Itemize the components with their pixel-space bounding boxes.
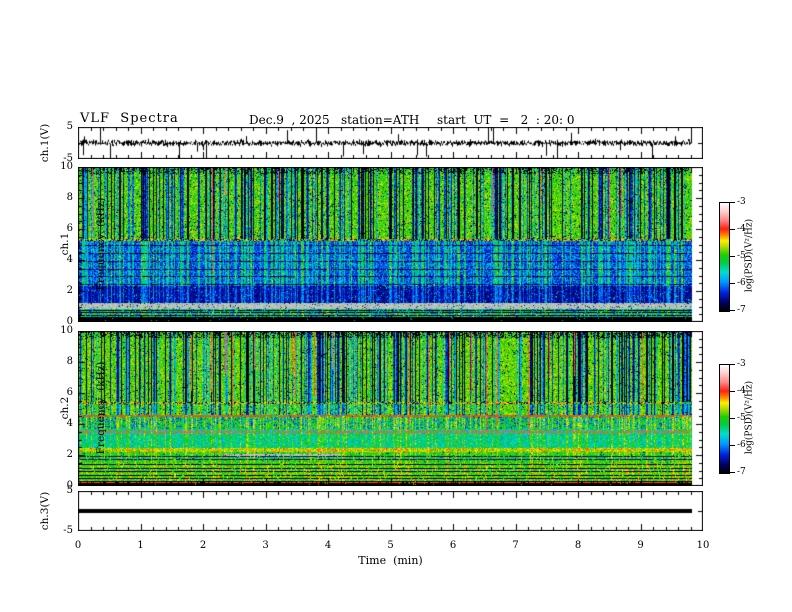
x-tick-0: 0 (74, 540, 82, 551)
colorbar-ch1 (719, 202, 730, 312)
x-tick-9: 9 (637, 540, 644, 551)
ch1-spec-ylabel: ch.1 Frequency (kHz) (35, 164, 107, 324)
freq-tick-4: 4 (66, 254, 73, 265)
ch2-spec-ylabel-line1: ch.2 (59, 396, 71, 420)
colorbar-tick-mark (730, 202, 735, 203)
x-tick-2: 2 (199, 540, 207, 551)
figure-date: Dec.9 , 2025 (249, 113, 330, 127)
figure-start-ut: start UT = 2 : 20: 0 (437, 113, 575, 127)
x-tick-1: 1 (137, 540, 144, 551)
colorbar-tick-mark (730, 418, 735, 419)
x-tick-3: 3 (262, 540, 269, 551)
freq-tick-6: 6 (66, 223, 73, 234)
colorbar-tick-mark (730, 256, 735, 257)
figure-title: VLF Spectra (80, 111, 179, 126)
freq-tick-6: 6 (66, 387, 73, 398)
freq-tick-8: 8 (66, 356, 73, 367)
colorbar-ch2 (719, 364, 730, 474)
ch1-spectrogram-panel (78, 167, 703, 322)
colorbar-ch1-label: log(PSD)(V²/Hz) (744, 218, 755, 293)
freq-tick-2: 2 (66, 449, 73, 460)
ch2-spec-ylabel-line2: Frequency (kHz) (95, 361, 107, 455)
y-tick--5: -5 (63, 525, 73, 536)
colorbar-tick-mark (730, 445, 735, 446)
x-tick-6: 6 (449, 540, 457, 551)
x-tick-7: 7 (512, 540, 519, 551)
colorbar-tick-mark (730, 391, 735, 392)
freq-tick-10: 10 (60, 325, 73, 336)
ch2-spectrogram-panel (78, 331, 703, 486)
colorbar-tick-mark (730, 283, 735, 284)
ch1-waveform-panel (78, 127, 703, 159)
y-tick-5: 5 (66, 121, 73, 132)
ch1-spec-ylabel-line1: ch.1 (59, 232, 71, 256)
freq-tick-2: 2 (66, 285, 73, 296)
x-tick-5: 5 (387, 540, 394, 551)
vlf-spectra-figure: VLF Spectra Dec.9 , 2025 station=ATH sta… (0, 0, 792, 612)
ch3-wave-ylabel: ch.3(V) (39, 491, 51, 531)
x-tick-8: 8 (574, 540, 582, 551)
y-tick-5: 5 (66, 485, 73, 496)
figure-station: station=ATH (341, 113, 420, 127)
freq-tick-10: 10 (60, 161, 73, 172)
x-tick-10: 10 (696, 540, 710, 551)
colorbar-tick-mark (730, 472, 735, 473)
colorbar-tick-mark (730, 310, 735, 311)
x-tick-4: 4 (324, 540, 332, 551)
freq-tick-4: 4 (66, 418, 73, 429)
ch1-spec-ylabel-line2: Frequency (kHz) (95, 197, 107, 291)
colorbar-ch2-label: log(PSD)(V²/Hz) (744, 380, 755, 455)
x-axis-title: Time (min) (358, 554, 423, 567)
freq-tick-8: 8 (66, 192, 73, 203)
ch3-waveform-panel (78, 491, 703, 531)
colorbar-tick-mark (730, 364, 735, 365)
colorbar-tick-mark (730, 229, 735, 230)
